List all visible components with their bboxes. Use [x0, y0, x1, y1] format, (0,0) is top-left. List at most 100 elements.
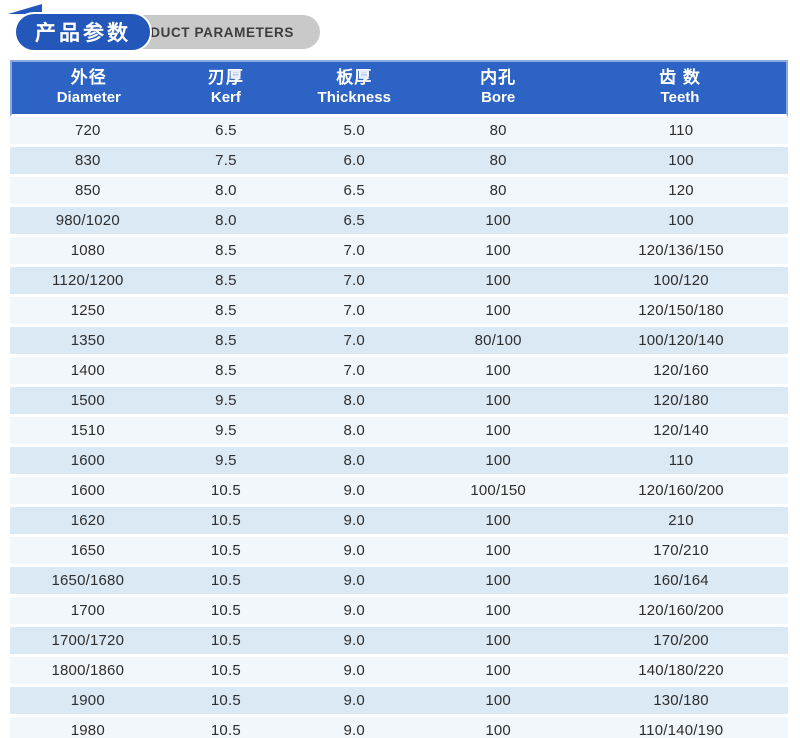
table-cell: 80 [422, 177, 574, 207]
column-header-en: Thickness [286, 88, 422, 107]
table-cell: 100 [422, 387, 574, 417]
table-cell: 100 [422, 507, 574, 537]
table-row: 8307.56.080100 [10, 147, 788, 177]
table-cell: 9.0 [286, 717, 422, 738]
table-cell: 9.0 [286, 597, 422, 627]
table-cell: 1800/1860 [10, 657, 166, 687]
table-cell: 100/120 [574, 267, 788, 297]
table-cell: 8.0 [166, 177, 287, 207]
table-cell: 7.0 [286, 327, 422, 357]
table-cell: 10.5 [166, 537, 287, 567]
table-cell: 1080 [10, 237, 166, 267]
table-row: 16009.58.0100110 [10, 447, 788, 477]
table-cell: 8.0 [166, 207, 287, 237]
table-cell: 8.0 [286, 447, 422, 477]
table-cell: 8.5 [166, 357, 287, 387]
table-row: 1800/186010.59.0100140/180/220 [10, 657, 788, 687]
table-cell: 1120/1200 [10, 267, 166, 297]
table-cell: 8.0 [286, 387, 422, 417]
table-row: 15009.58.0100120/180 [10, 387, 788, 417]
column-header-zh: 齿 数 [574, 67, 786, 88]
table-cell: 100/150 [422, 477, 574, 507]
table-row: 980/10208.06.5100100 [10, 207, 788, 237]
table-cell: 8.5 [166, 267, 287, 297]
table-cell: 120/160 [574, 357, 788, 387]
table-cell: 1510 [10, 417, 166, 447]
column-header-zh: 刃厚 [166, 67, 287, 88]
table-cell: 120/150/180 [574, 297, 788, 327]
table-cell: 100 [574, 147, 788, 177]
table-cell: 1500 [10, 387, 166, 417]
table-cell: 170/200 [574, 627, 788, 657]
table-header-row: 外径 Diameter 刃厚 Kerf 板厚 Thickness 内孔 Bore… [10, 60, 788, 117]
table-cell: 100 [422, 687, 574, 717]
table-cell: 9.0 [286, 537, 422, 567]
column-header-bore: 内孔 Bore [422, 60, 574, 117]
table-row: 198010.59.0100110/140/190 [10, 717, 788, 738]
table-row: 13508.57.080/100100/120/140 [10, 327, 788, 357]
table-cell: 110 [574, 117, 788, 147]
table-cell: 1900 [10, 687, 166, 717]
column-header-kerf: 刃厚 Kerf [166, 60, 287, 117]
table-cell: 1980 [10, 717, 166, 738]
table-cell: 10.5 [166, 597, 287, 627]
table-row: 1650/168010.59.0100160/164 [10, 567, 788, 597]
table-cell: 9.0 [286, 507, 422, 537]
column-header-teeth: 齿 数 Teeth [574, 60, 788, 117]
table-cell: 7.0 [286, 357, 422, 387]
table-cell: 120/160/200 [574, 477, 788, 507]
table-cell: 170/210 [574, 537, 788, 567]
table-row: 8508.06.580120 [10, 177, 788, 207]
column-header-thickness: 板厚 Thickness [286, 60, 422, 117]
table-row: 1120/12008.57.0100100/120 [10, 267, 788, 297]
table-cell: 6.0 [286, 147, 422, 177]
table-cell: 850 [10, 177, 166, 207]
table-cell: 1250 [10, 297, 166, 327]
table-cell: 7.0 [286, 237, 422, 267]
table-cell: 120/160/200 [574, 597, 788, 627]
table-cell: 5.0 [286, 117, 422, 147]
table-cell: 9.0 [286, 567, 422, 597]
column-header-en: Bore [422, 88, 574, 107]
table-cell: 120/140 [574, 417, 788, 447]
column-header-en: Diameter [12, 88, 166, 107]
table-row: 162010.59.0100210 [10, 507, 788, 537]
table-row: 10808.57.0100120/136/150 [10, 237, 788, 267]
table-cell: 6.5 [286, 207, 422, 237]
table-cell: 9.5 [166, 447, 287, 477]
table-cell: 100 [422, 357, 574, 387]
table-cell: 7.0 [286, 267, 422, 297]
table-cell: 980/1020 [10, 207, 166, 237]
table-cell: 100 [422, 597, 574, 627]
product-parameters-table: 外径 Diameter 刃厚 Kerf 板厚 Thickness 内孔 Bore… [10, 60, 788, 738]
table-cell: 100 [422, 537, 574, 567]
table-row: 7206.55.080110 [10, 117, 788, 147]
table-cell: 9.5 [166, 387, 287, 417]
table-cell: 100 [422, 297, 574, 327]
table-body: 7206.55.0801108307.56.0801008508.06.5801… [10, 117, 788, 738]
table-row: 15109.58.0100120/140 [10, 417, 788, 447]
table-cell: 9.0 [286, 687, 422, 717]
table-cell: 1700/1720 [10, 627, 166, 657]
table-cell: 100 [422, 417, 574, 447]
table-cell: 9.5 [166, 417, 287, 447]
table-cell: 130/180 [574, 687, 788, 717]
table-cell: 8.0 [286, 417, 422, 447]
table-row: 165010.59.0100170/210 [10, 537, 788, 567]
table-row: 14008.57.0100120/160 [10, 357, 788, 387]
section-title-badge: PRODUCT PARAMETERS 产品参数 [14, 12, 324, 52]
table-cell: 100/120/140 [574, 327, 788, 357]
table-cell: 100 [574, 207, 788, 237]
table-cell: 10.5 [166, 657, 287, 687]
column-header-zh: 外径 [12, 67, 166, 88]
title-pill-zh: 产品参数 [14, 12, 152, 52]
table-cell: 8.5 [166, 237, 287, 267]
table-cell: 1650 [10, 537, 166, 567]
table-cell: 100 [422, 627, 574, 657]
table-cell: 100 [422, 207, 574, 237]
table-cell: 1650/1680 [10, 567, 166, 597]
table-row: 1700/172010.59.0100170/200 [10, 627, 788, 657]
table-cell: 100 [422, 267, 574, 297]
title-zh-text: 产品参数 [35, 17, 131, 47]
table-row: 12508.57.0100120/150/180 [10, 297, 788, 327]
